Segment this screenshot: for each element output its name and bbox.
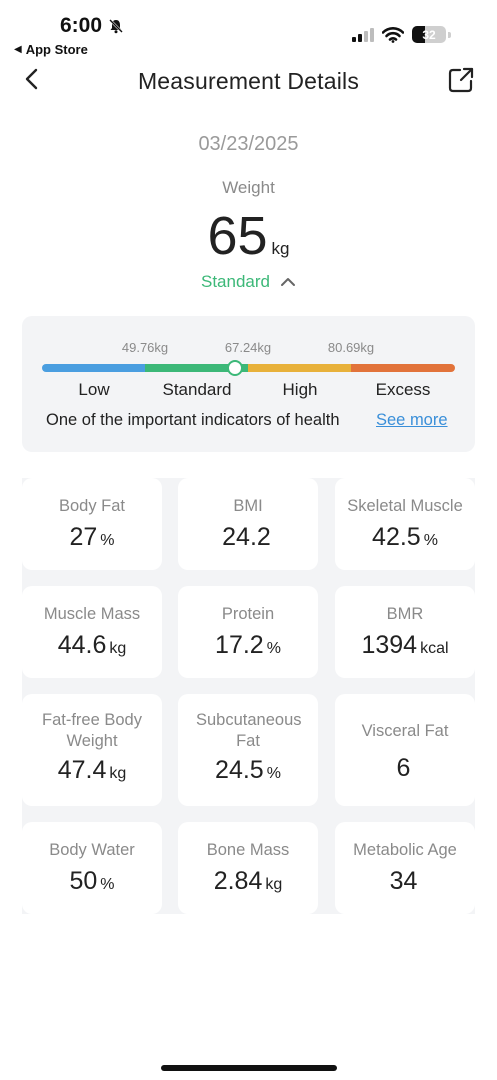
metric-card-body-fat[interactable]: Body Fat 27%	[22, 478, 162, 570]
segment-label-high: High	[282, 380, 318, 399]
back-to-app-link[interactable]: ◀ App Store	[14, 42, 88, 57]
measurement-date: 03/23/2025	[198, 133, 299, 155]
share-export-icon[interactable]	[447, 66, 475, 94]
chevron-up-icon	[281, 278, 295, 286]
status-indicators: 32	[352, 26, 451, 43]
info-text: One of the important indicators of healt…	[46, 411, 340, 429]
segment-label-excess: Excess	[375, 380, 431, 399]
segment-label-standard: Standard	[162, 380, 232, 399]
metric-value: 50%	[69, 867, 115, 895]
metric-value: 24.5%	[215, 756, 281, 784]
range-segment-excess	[351, 364, 455, 372]
metric-label: Weight	[222, 178, 275, 197]
range-segment-high	[248, 364, 351, 372]
metric-value: 2.84 kg	[213, 867, 283, 895]
metric-value: 47.4 kg	[57, 756, 127, 784]
metric-value: 6	[396, 754, 411, 782]
threshold-low: 49.76kg	[121, 340, 169, 355]
metric-value: 1394 kcal	[361, 631, 449, 659]
status-toggle[interactable]: Standard	[0, 272, 497, 292]
battery-icon: 32	[412, 26, 446, 43]
cellular-signal-icon	[352, 27, 374, 42]
metric-label: Subcutaneous Fat	[196, 711, 302, 750]
back-app-label: App Store	[25, 42, 88, 57]
segment-label-low: Low	[78, 380, 110, 399]
metric-card-visceral-fat[interactable]: Visceral Fat 6	[335, 694, 475, 806]
metric-label: Fat-free Body Weight	[42, 711, 142, 750]
metric-label: BMR	[386, 605, 424, 623]
metric-card-subcutaneous-fat[interactable]: Subcutaneous Fat 24.5%	[178, 694, 318, 806]
metric-label: Metabolic Age	[353, 841, 457, 859]
threshold-high: 80.69kg	[327, 340, 375, 355]
metric-card-bone-mass[interactable]: Bone Mass 2.84 kg	[178, 822, 318, 914]
see-more-link[interactable]: See more	[376, 411, 448, 430]
metric-card-bmi[interactable]: BMI 24.2	[178, 478, 318, 570]
metric-label: Protein	[221, 605, 275, 623]
home-indicator[interactable]	[161, 1065, 337, 1071]
back-triangle-icon: ◀	[14, 44, 22, 55]
metric-card-metabolic-age[interactable]: Metabolic Age 34	[335, 822, 475, 914]
time-text: 6:00	[60, 14, 103, 37]
metric-value: 34	[389, 867, 418, 895]
metric-value: 44.6 kg	[57, 631, 127, 659]
wifi-icon	[382, 26, 404, 43]
metric-label: Visceral Fat	[361, 722, 449, 740]
metric-card-bmr[interactable]: BMR 1394 kcal	[335, 586, 475, 678]
metric-label: Body Water	[49, 841, 135, 859]
metric-card-skeletal-muscle[interactable]: Skeletal Muscle 42.5%	[335, 478, 475, 570]
metric-card-body-water[interactable]: Body Water 50%	[22, 822, 162, 914]
metric-card-fat-free-body-weight[interactable]: Fat-free Body Weight 47.4 kg	[22, 694, 162, 806]
metric-label: Bone Mass	[206, 841, 290, 859]
weight-number: 65	[207, 206, 268, 266]
metric-value: 24.2	[222, 523, 271, 551]
metric-value: 42.5%	[372, 523, 438, 551]
metric-label: BMI	[233, 497, 263, 515]
bell-muted-icon	[109, 19, 123, 34]
range-panel: 49.76kg 67.24kg 80.69kg Low Standard Hig…	[22, 316, 475, 452]
battery-level: 32	[422, 27, 436, 42]
threshold-mid: 67.24kg	[224, 340, 272, 355]
status-time: 6:00	[60, 14, 124, 38]
range-marker	[227, 360, 243, 376]
metric-label: Muscle Mass	[43, 605, 141, 623]
weight-unit: kg	[271, 239, 290, 258]
weight-value: 65 kg	[0, 205, 497, 267]
metric-label: Skeletal Muscle	[347, 497, 463, 515]
metrics-grid: Body Fat 27% BMI 24.2 Skeletal Muscle 42…	[22, 478, 475, 914]
metric-card-muscle-mass[interactable]: Muscle Mass 44.6 kg	[22, 586, 162, 678]
page-title: Measurement Details	[137, 68, 360, 94]
metric-label: Body Fat	[58, 497, 126, 515]
range-bar	[42, 364, 455, 372]
range-segment-low	[42, 364, 145, 372]
metric-value: 27%	[69, 523, 115, 551]
nav-header: Measurement Details	[0, 58, 497, 104]
metric-card-protein[interactable]: Protein 17.2%	[178, 586, 318, 678]
metric-value: 17.2%	[215, 631, 281, 659]
status-label: Standard	[201, 272, 270, 291]
